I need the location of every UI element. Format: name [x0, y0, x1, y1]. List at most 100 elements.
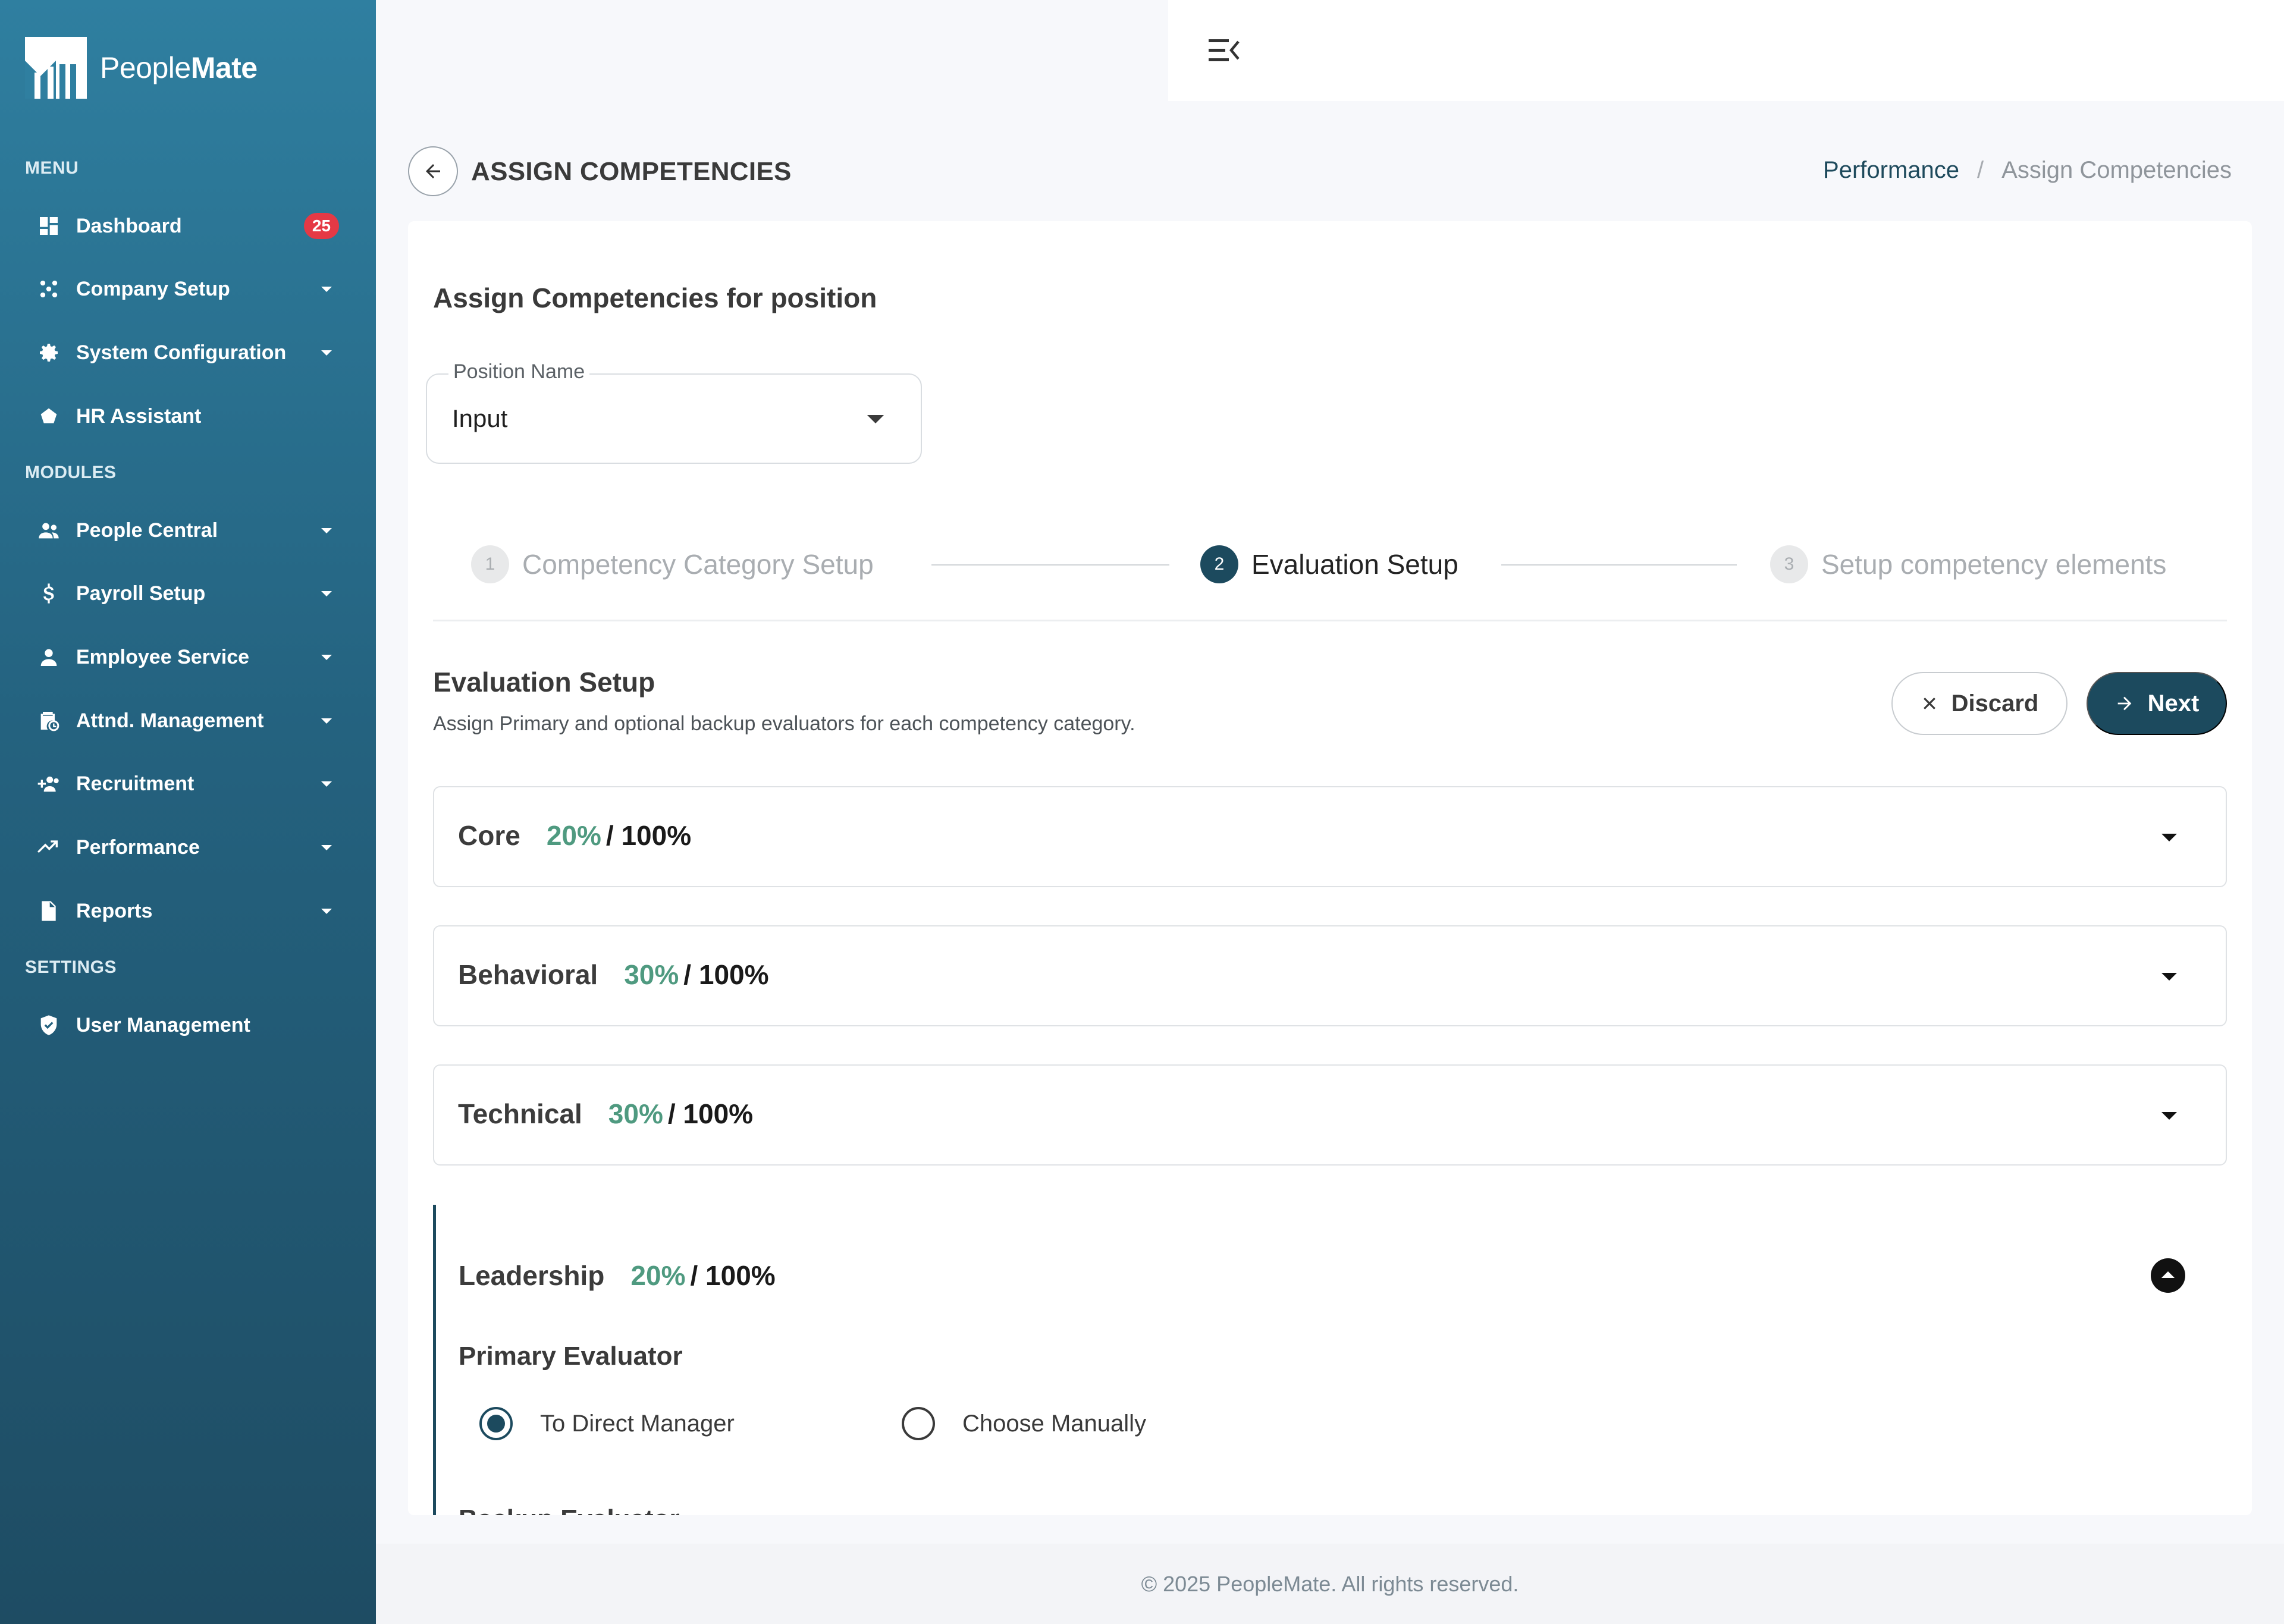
- sidebar-item-label: Payroll Setup: [76, 582, 206, 605]
- discard-button[interactable]: Discard: [1891, 672, 2067, 735]
- company-setup-icon: [25, 265, 73, 313]
- sidebar-item-user-management[interactable]: User Management: [25, 1001, 340, 1049]
- breadcrumb-separator: /: [1977, 157, 1984, 183]
- step-evaluation-setup[interactable]: 2 Evaluation Setup: [1200, 545, 1458, 584]
- logo-text: PeopleMate: [100, 51, 258, 84]
- settings-section-label: SETTINGS: [25, 957, 117, 977]
- logo-mark-icon: [25, 37, 87, 99]
- radio-to-direct-manager[interactable]: To Direct Manager: [479, 1407, 735, 1440]
- breadcrumb: Performance / Assign Competencies: [1823, 157, 2232, 184]
- step-competency-category-setup[interactable]: 1 Competency Category Setup: [471, 545, 874, 584]
- sidebar-item-label: User Management: [76, 1013, 250, 1036]
- discard-label: Discard: [1951, 690, 2039, 717]
- accordion-header: Behavioral 30% / 100%: [458, 959, 769, 991]
- step-label: Competency Category Setup: [522, 549, 874, 580]
- sidebar-item-label: Company Setup: [76, 277, 230, 300]
- dropdown-arrow-icon: [867, 415, 884, 423]
- category-total: / 100%: [683, 959, 769, 990]
- chevron-down-icon: [321, 654, 332, 660]
- sidebar-item-label: Employee Service: [76, 645, 250, 668]
- divider: [433, 620, 2227, 621]
- accordion-header: Core 20% / 100%: [458, 819, 691, 852]
- dollar-icon: [25, 570, 73, 617]
- sidebar-item-attendance-management[interactable]: Attnd. Management: [25, 697, 340, 745]
- menu-collapse-icon[interactable]: [1209, 37, 1240, 64]
- step-number: 1: [471, 545, 509, 583]
- step-label: Evaluation Setup: [1251, 549, 1458, 580]
- primary-evaluator-title: Primary Evaluator: [459, 1342, 683, 1371]
- radio-label: Choose Manually: [962, 1410, 1147, 1437]
- expand-arrow-icon[interactable]: [2161, 834, 2177, 841]
- person-icon: [25, 633, 73, 681]
- dashboard-icon: [25, 202, 73, 250]
- copyright-text: © 2025 PeopleMate. All rights reserved.: [1141, 1571, 1519, 1596]
- breadcrumb-link-performance[interactable]: Performance: [1823, 157, 1959, 184]
- chevron-down-icon: [321, 908, 332, 914]
- main-card: Assign Competencies for position Positio…: [408, 221, 2252, 1515]
- chevron-down-icon: [321, 781, 332, 787]
- chevron-down-icon: [321, 527, 332, 533]
- sidebar-item-people-central[interactable]: People Central: [25, 507, 340, 554]
- position-name-value: Input: [452, 404, 508, 432]
- category-accordion-behavioral[interactable]: Behavioral 30% / 100%: [433, 925, 2227, 1026]
- sidebar-item-label: Recruitment: [76, 772, 194, 795]
- sidebar-item-performance[interactable]: Performance: [25, 824, 340, 871]
- step-number: 3: [1770, 545, 1808, 583]
- radio-label: To Direct Manager: [540, 1410, 735, 1437]
- chevron-down-icon: [321, 590, 332, 596]
- recruitment-icon: [25, 760, 73, 808]
- category-name: Technical: [458, 1098, 582, 1129]
- menu-section-label: MENU: [25, 158, 79, 178]
- radio-choose-manually[interactable]: Choose Manually: [902, 1407, 1146, 1440]
- backup-evaluator-title: Backup Evaluator: [459, 1504, 680, 1515]
- topbar: [1168, 0, 2284, 101]
- chevron-down-icon: [321, 718, 332, 724]
- category-total: / 100%: [667, 1098, 754, 1129]
- category-accordion-leadership: Leadership 20% / 100% Primary Evaluator …: [433, 1205, 2227, 1515]
- sidebar-item-recruitment[interactable]: Recruitment: [25, 760, 340, 808]
- sidebar-item-reports[interactable]: Reports: [25, 887, 340, 935]
- category-total: / 100%: [690, 1260, 776, 1291]
- gear-icon: [25, 329, 73, 376]
- back-button[interactable]: [408, 146, 458, 196]
- category-name: Behavioral: [458, 959, 598, 990]
- page-title: ASSIGN COMPETENCIES: [471, 157, 792, 186]
- app-logo[interactable]: PeopleMate: [25, 37, 258, 99]
- sidebar-item-company-setup[interactable]: Company Setup: [25, 265, 340, 313]
- footer: © 2025 PeopleMate. All rights reserved.: [376, 1544, 2284, 1624]
- sidebar-item-payroll-setup[interactable]: Payroll Setup: [25, 570, 340, 617]
- step-setup-competency-elements[interactable]: 3 Setup competency elements: [1770, 545, 2166, 584]
- shield-icon: [25, 1001, 73, 1049]
- category-weight: 20%: [630, 1260, 686, 1291]
- sidebar-item-employee-service[interactable]: Employee Service: [25, 633, 340, 681]
- arrow-right-icon: [2117, 696, 2131, 711]
- sidebar-item-label: Attnd. Management: [76, 709, 264, 732]
- sidebar-item-dashboard[interactable]: Dashboard 25: [25, 202, 340, 250]
- radio-unchecked-icon[interactable]: [902, 1407, 935, 1440]
- modules-section-label: MODULES: [25, 463, 117, 482]
- expand-arrow-icon[interactable]: [2161, 973, 2177, 981]
- chevron-down-icon: [321, 350, 332, 356]
- step-number: 2: [1200, 545, 1238, 583]
- sidebar-item-system-configuration[interactable]: System Configuration: [25, 329, 340, 376]
- collapse-arrow-icon[interactable]: [2151, 1258, 2185, 1293]
- position-name-select[interactable]: Position Name Input: [426, 360, 922, 464]
- sidebar-item-hr-assistant[interactable]: HR Assistant: [25, 392, 340, 440]
- radio-checked-icon[interactable]: [479, 1407, 513, 1440]
- position-name-label: Position Name: [448, 360, 590, 384]
- card-title: Assign Competencies for position: [433, 282, 877, 313]
- accordion-header[interactable]: Leadership 20% / 100%: [459, 1259, 776, 1292]
- close-icon: [1923, 698, 1935, 709]
- expand-arrow-icon[interactable]: [2161, 1112, 2177, 1120]
- sidebar-item-label: HR Assistant: [76, 404, 202, 428]
- chevron-down-icon: [321, 844, 332, 850]
- next-button[interactable]: Next: [2087, 672, 2227, 735]
- category-weight: 20%: [546, 820, 601, 851]
- category-accordion-technical[interactable]: Technical 30% / 100%: [433, 1064, 2227, 1166]
- category-total: / 100%: [605, 820, 692, 851]
- category-weight: 30%: [608, 1098, 663, 1129]
- category-accordion-core[interactable]: Core 20% / 100%: [433, 786, 2227, 887]
- sidebar-item-label: Performance: [76, 835, 200, 859]
- arrow-left-icon: [426, 164, 440, 178]
- document-icon: [25, 887, 73, 935]
